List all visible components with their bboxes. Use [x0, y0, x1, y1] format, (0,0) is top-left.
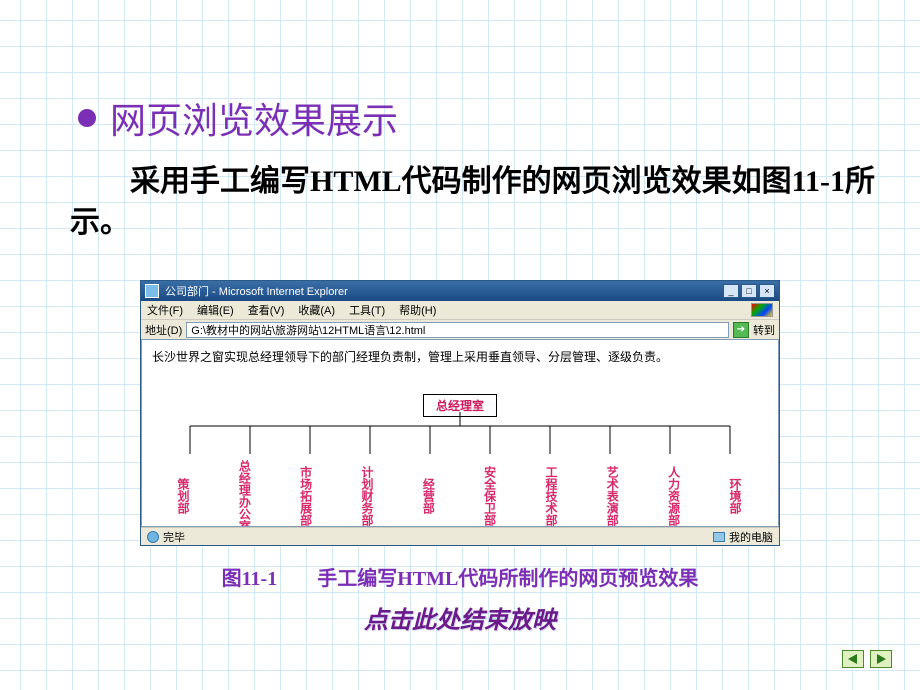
globe-icon — [147, 531, 159, 543]
dept-item: 经营部 — [421, 460, 437, 527]
menu-favorites[interactable]: 收藏(A) — [298, 302, 335, 318]
menu-edit[interactable]: 编辑(E) — [197, 302, 234, 318]
address-label: 地址(D) — [145, 322, 182, 338]
status-text: 完毕 — [163, 529, 185, 545]
dept-item: 人力资源部 — [667, 460, 683, 527]
address-input[interactable]: G:\教材中的网站\旅游网站\12HTML语言\12.html — [186, 322, 729, 338]
org-tree-lines — [176, 412, 744, 462]
ie-window: 公司部门 - Microsoft Internet Explorer _ □ ×… — [140, 280, 780, 546]
windows-flag-icon — [751, 303, 773, 317]
dept-item: 总经理办公室 — [237, 460, 253, 527]
titlebar[interactable]: 公司部门 - Microsoft Internet Explorer _ □ × — [141, 281, 779, 301]
status-zone: 我的电脑 — [729, 529, 773, 545]
go-label[interactable]: 转到 — [753, 322, 775, 338]
prev-slide-button[interactable] — [842, 650, 864, 668]
menu-file[interactable]: 文件(F) — [147, 302, 183, 318]
maximize-button[interactable]: □ — [741, 284, 757, 298]
minimize-button[interactable]: _ — [723, 284, 739, 298]
dept-item: 工程技术部 — [544, 460, 560, 527]
ie-logo-icon — [145, 284, 159, 298]
go-button-icon[interactable]: ➔ — [733, 322, 749, 338]
department-row: 策划部 总经理办公室 市场拓展部 计划财务部 经营部 安全保卫部 工程技术部 艺… — [176, 460, 744, 527]
menu-view[interactable]: 查看(V) — [248, 302, 285, 318]
dept-item: 环境部 — [728, 460, 744, 527]
close-button[interactable]: × — [759, 284, 775, 298]
dept-item: 安全保卫部 — [483, 460, 499, 527]
dept-item: 市场拓展部 — [299, 460, 315, 527]
slide-paragraph: 采用手工编写HTML代码制作的网页浏览效果如图11-1所示。 — [70, 162, 880, 243]
next-slide-button[interactable] — [870, 650, 892, 668]
figure-caption: 图11-1 手工编写HTML代码所制作的网页预览效果 — [0, 562, 920, 591]
my-computer-icon — [713, 532, 725, 542]
address-bar: 地址(D) G:\教材中的网站\旅游网站\12HTML语言\12.html ➔ … — [141, 319, 779, 339]
intro-text: 长沙世界之窗实现总经理领导下的部门经理负责制，管理上采用垂直领导、分层管理、逐级… — [152, 348, 768, 365]
end-slideshow-link[interactable]: 点击此处结束放映 — [0, 600, 920, 635]
dept-item: 计划财务部 — [360, 460, 376, 527]
menu-help[interactable]: 帮助(H) — [399, 302, 436, 318]
slide-title: 网页浏览效果展示 — [110, 92, 398, 144]
bullet-icon — [78, 109, 96, 127]
dept-item: 策划部 — [176, 460, 192, 527]
dept-item: 艺术表演部 — [605, 460, 621, 527]
window-title: 公司部门 - Microsoft Internet Explorer — [165, 283, 348, 299]
status-bar: 完毕 我的电脑 — [141, 527, 779, 545]
page-content: 长沙世界之窗实现总经理领导下的部门经理负责制，管理上采用垂直领导、分层管理、逐级… — [141, 339, 779, 527]
menubar: 文件(F) 编辑(E) 查看(V) 收藏(A) 工具(T) 帮助(H) — [141, 301, 779, 319]
menu-tools[interactable]: 工具(T) — [349, 302, 385, 318]
